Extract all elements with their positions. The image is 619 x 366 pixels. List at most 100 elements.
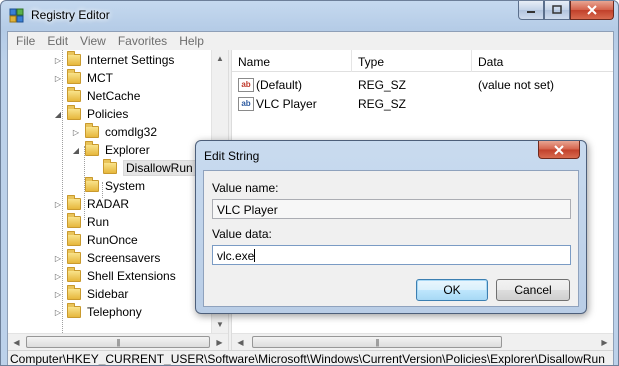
expand-arrow-icon[interactable]: ▷ xyxy=(71,128,81,137)
list-horizontal-scrollbar[interactable]: ◀ ||| ▶ xyxy=(232,333,613,350)
tree-item-sidebar[interactable]: ▷ Sidebar xyxy=(53,285,128,303)
menu-view[interactable]: View xyxy=(74,32,112,50)
value-type: REG_SZ xyxy=(358,96,407,111)
folder-icon xyxy=(67,285,81,300)
folder-icon xyxy=(67,249,81,264)
tree-item-shell-extensions[interactable]: ▷ Shell Extensions xyxy=(53,267,176,285)
tree-item-run[interactable]: Run xyxy=(53,213,109,231)
arrow-down-icon: ▼ xyxy=(216,320,224,329)
window-title: Registry Editor xyxy=(31,8,110,22)
tree-item-label: System xyxy=(105,179,146,193)
cancel-button[interactable]: Cancel xyxy=(496,279,570,301)
close-icon xyxy=(587,5,597,15)
tree-item-label: DisallowRun xyxy=(123,160,196,176)
value-data-input[interactable]: vlc.exe xyxy=(212,245,571,265)
collapse-arrow-icon[interactable]: ◢ xyxy=(53,110,63,119)
folder-icon xyxy=(67,69,81,84)
tree-item-label: Sidebar xyxy=(87,287,129,301)
dialog-body: Value name: VLC Player Value data: vlc.e… xyxy=(203,170,579,307)
menu-file[interactable]: File xyxy=(10,32,41,50)
tree-item-label: Internet Settings xyxy=(87,53,175,67)
grip-icon: ||| xyxy=(375,337,379,347)
tree-item-label: Screensavers xyxy=(87,251,161,265)
scroll-right-button[interactable]: ▶ xyxy=(211,334,228,350)
folder-icon xyxy=(85,177,99,192)
scroll-left-button[interactable]: ◀ xyxy=(8,334,25,350)
tree-item-label: RADAR xyxy=(87,197,130,211)
reg-sz-icon: ab xyxy=(238,96,254,111)
value-name-cell: ab VLC Player xyxy=(232,96,352,111)
status-bar-path: Computer\HKEY_CURRENT_USER\Software\Micr… xyxy=(8,350,613,365)
tree-item-mct[interactable]: ▷ MCT xyxy=(53,69,113,87)
value-name: VLC Player xyxy=(256,96,317,111)
folder-icon xyxy=(103,159,117,174)
minimize-button[interactable] xyxy=(518,1,544,20)
tree-horizontal-scrollbar[interactable]: ◀ ||| ▶ xyxy=(8,333,228,350)
tree-item-label: comdlg32 xyxy=(105,125,158,139)
close-button[interactable] xyxy=(570,1,614,20)
column-header-type[interactable]: Type xyxy=(352,50,472,72)
value-data-text: vlc.exe xyxy=(217,249,255,263)
expand-arrow-icon[interactable]: ▷ xyxy=(53,254,63,263)
arrow-right-icon: ▶ xyxy=(601,337,608,347)
tree-item-internet-settings[interactable]: ▷ Internet Settings xyxy=(53,51,174,69)
list-row-default[interactable]: ab (Default) REG_SZ (value not set) xyxy=(232,75,613,94)
menu-edit[interactable]: Edit xyxy=(41,32,74,50)
tree-item-comdlg32[interactable]: ▷ comdlg32 xyxy=(71,123,157,141)
ok-button[interactable]: OK xyxy=(416,279,488,301)
scroll-left-button[interactable]: ◀ xyxy=(232,334,249,350)
arrow-left-icon: ◀ xyxy=(237,337,244,347)
column-header-name[interactable]: Name xyxy=(232,50,352,72)
minimize-icon xyxy=(527,11,535,13)
tree-item-label: Shell Extensions xyxy=(87,269,176,283)
arrow-left-icon: ◀ xyxy=(13,337,20,347)
scroll-thumb[interactable]: ||| xyxy=(26,336,210,348)
expand-arrow-icon[interactable]: ▷ xyxy=(53,74,63,83)
menu-help[interactable]: Help xyxy=(173,32,210,50)
tree-item-netcache[interactable]: NetCache xyxy=(53,87,140,105)
folder-icon xyxy=(67,105,81,120)
tree-item-radar[interactable]: ▷ RADAR xyxy=(53,195,129,213)
menu-bar: File Edit View Favorites Help xyxy=(8,32,613,50)
registry-editor-icon xyxy=(9,8,24,23)
value-type: REG_SZ xyxy=(358,77,407,92)
folder-icon xyxy=(67,213,81,228)
tree-item-system[interactable]: System xyxy=(71,177,145,195)
text-caret xyxy=(254,249,256,262)
dialog-close-button[interactable] xyxy=(538,141,580,159)
folder-icon xyxy=(67,303,81,318)
tree-item-explorer[interactable]: ◢ Explorer xyxy=(71,141,150,159)
tree-item-policies[interactable]: ◢ Policies xyxy=(53,105,128,123)
scroll-right-button[interactable]: ▶ xyxy=(596,334,613,350)
value-name-cell: ab (Default) xyxy=(232,77,352,92)
tree-item-label: RunOnce xyxy=(87,233,138,247)
title-bar[interactable]: Registry Editor xyxy=(1,1,618,31)
arrow-right-icon: ▶ xyxy=(216,337,223,347)
value-data-label: Value data: xyxy=(212,227,272,241)
value-name-field: VLC Player xyxy=(212,199,571,219)
tree-item-label: Run xyxy=(87,215,110,229)
folder-icon xyxy=(67,267,81,282)
tree-item-telephony[interactable]: ▷ Telephony xyxy=(53,303,142,321)
menu-favorites[interactable]: Favorites xyxy=(112,32,173,50)
scroll-down-button[interactable]: ▼ xyxy=(212,316,228,333)
reg-sz-icon: ab xyxy=(238,77,254,92)
maximize-button[interactable] xyxy=(544,1,570,20)
arrow-up-icon: ▲ xyxy=(216,54,224,63)
scroll-up-button[interactable]: ▲ xyxy=(212,50,228,67)
list-row-vlc-player[interactable]: ab VLC Player REG_SZ xyxy=(232,94,613,113)
expand-arrow-icon[interactable]: ▷ xyxy=(53,290,63,299)
expand-arrow-icon[interactable]: ▷ xyxy=(53,272,63,281)
collapse-arrow-icon[interactable]: ◢ xyxy=(71,146,81,155)
expand-arrow-icon[interactable]: ▷ xyxy=(53,308,63,317)
column-header-data[interactable]: Data xyxy=(472,50,613,72)
scroll-thumb[interactable]: ||| xyxy=(252,336,502,348)
tree-item-screensavers[interactable]: ▷ Screensavers xyxy=(53,249,160,267)
expand-arrow-icon[interactable]: ▷ xyxy=(53,56,63,65)
expand-arrow-icon[interactable]: ▷ xyxy=(53,200,63,209)
tree-item-disallowrun[interactable]: DisallowRun xyxy=(89,159,196,177)
folder-icon xyxy=(67,195,81,210)
tree-item-runonce[interactable]: RunOnce xyxy=(53,231,138,249)
folder-icon xyxy=(85,123,99,138)
close-icon xyxy=(554,144,564,155)
